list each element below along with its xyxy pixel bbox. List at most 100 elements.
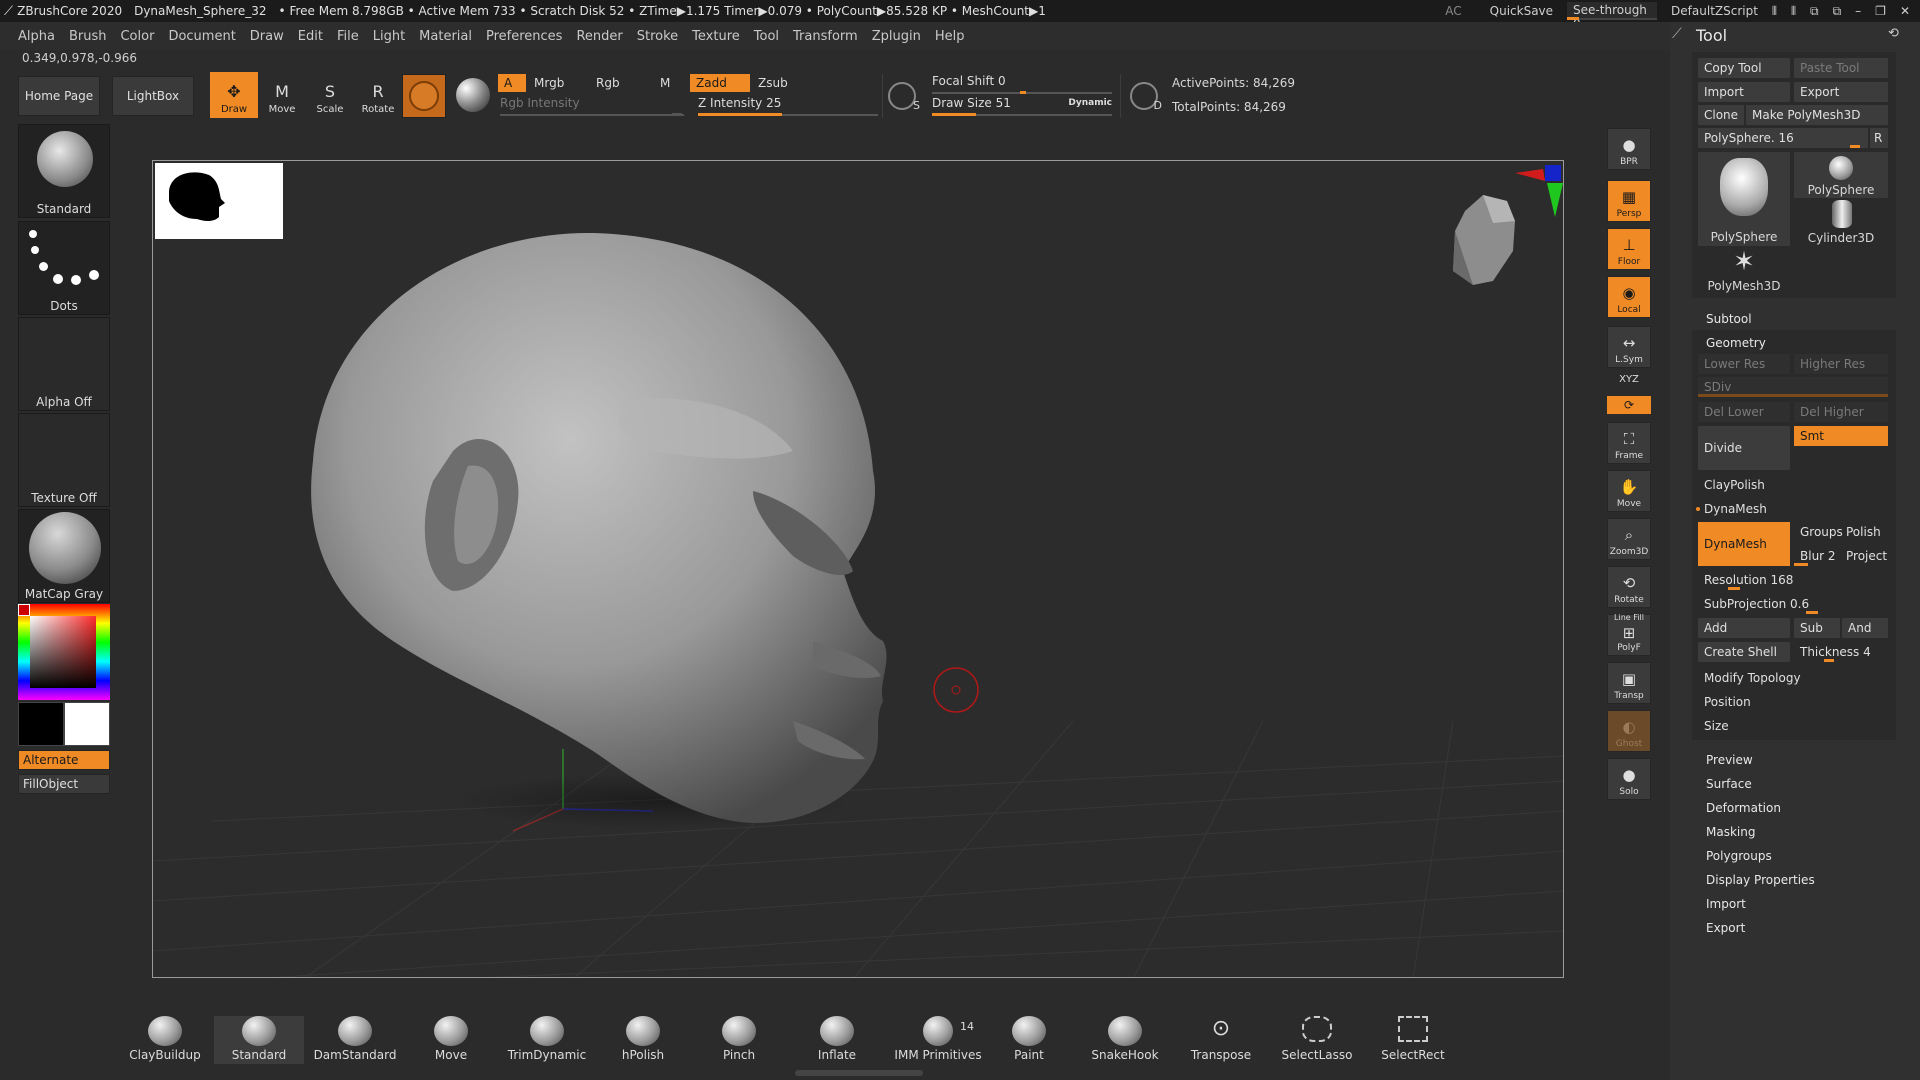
layout-alt-icon[interactable]: ⫴ [1791,4,1796,19]
ghost-button[interactable]: ◐ Ghost [1607,710,1651,752]
menu-zplugin[interactable]: Zplugin [872,29,921,44]
polysphere-slider[interactable]: PolySphere. 16 [1698,128,1868,148]
zsub-toggle[interactable]: Zsub [752,74,812,92]
rotate-view-button[interactable]: ⟲ Rotate [1607,566,1651,608]
polyf-button[interactable]: Line Fill ⊞ PolyF [1607,613,1651,656]
menu-render[interactable]: Render [576,29,622,44]
menu-document[interactable]: Document [168,29,235,44]
paste-tool-button[interactable]: Paste Tool [1794,58,1888,78]
floor-button[interactable]: ⊥ Floor [1607,228,1651,270]
focal-shift-slider[interactable]: Focal Shift 0 [932,74,1112,94]
see-through-slider[interactable]: See-through 0 [1567,2,1658,31]
m-toggle[interactable]: M [654,74,684,92]
stroke-thumbnail[interactable]: Dots [18,221,110,315]
solo-button[interactable]: ● Solo [1607,758,1651,800]
rotate-mode-button[interactable]: R Rotate [354,72,402,118]
tool-thumb-polysphere-main[interactable]: PolySphere [1698,152,1790,246]
tool-panel-reset-icon[interactable]: ⟲ [1888,26,1899,41]
texture-thumbnail[interactable]: Texture Off [18,413,110,507]
menu-material[interactable]: Material [419,29,472,44]
tool-panel-pin-icon[interactable]: ⟋ [1672,26,1682,42]
clone-button[interactable]: Clone [1698,105,1744,125]
sdiv-slider[interactable]: SDiv [1698,377,1888,397]
material-swatch-button[interactable] [402,74,446,118]
polygroups-section[interactable]: Polygroups [1706,849,1772,863]
move-mode-button[interactable]: M Move [258,72,306,118]
shelf-scroll-handle[interactable] [795,1070,923,1076]
brush-pinch[interactable]: Pinch [694,1016,784,1064]
geometry-section[interactable]: Geometry [1706,336,1766,350]
window-layout-alt-icon[interactable]: ⧉ [1833,4,1842,19]
focal-shift-dial-icon[interactable]: S [888,82,920,112]
and-button[interactable]: And [1842,618,1888,638]
brush-inflate[interactable]: Inflate [792,1016,882,1064]
menu-color[interactable]: Color [120,29,154,44]
xyz-button[interactable]: XYZ [1607,374,1651,392]
copy-tool-button[interactable]: Copy Tool [1698,58,1790,78]
menu-edit[interactable]: Edit [298,29,323,44]
blur-slider[interactable]: Blur 2 [1794,546,1840,566]
dynamic-toggle[interactable]: Dynamic [1068,98,1112,108]
quicksave-button[interactable]: QuickSave [1490,4,1553,18]
rotate-axis-button[interactable]: ⟳ [1607,396,1651,414]
transpose-tool[interactable]: ⊙ Transpose [1176,1016,1266,1064]
display-properties-section[interactable]: Display Properties [1706,873,1815,887]
frame-button[interactable]: ⛶ Frame [1607,422,1651,464]
menu-draw[interactable]: Draw [250,29,284,44]
persp-button[interactable]: ▦ Persp [1607,180,1651,222]
color-picker-sphere[interactable] [456,78,490,112]
menu-alpha[interactable]: Alpha [18,29,55,44]
divide-button[interactable]: Divide [1698,426,1790,470]
minimize-icon[interactable]: – [1855,4,1861,18]
select-rect-tool[interactable]: SelectRect [1368,1016,1458,1064]
menu-preferences[interactable]: Preferences [486,29,562,44]
deformation-section[interactable]: Deformation [1706,801,1781,815]
export-section[interactable]: Export [1706,921,1745,935]
menu-transform[interactable]: Transform [793,29,858,44]
masking-section[interactable]: Masking [1706,825,1755,839]
menu-light[interactable]: Light [373,29,405,44]
position-section[interactable]: Position [1698,692,1888,712]
move-view-button[interactable]: ✋ Move [1607,470,1651,512]
a-toggle[interactable]: A [498,74,526,92]
groups-toggle[interactable]: Groups [1794,522,1843,542]
draw-dial-icon[interactable]: D [1130,82,1162,112]
sub-button[interactable]: Sub [1794,618,1840,638]
del-lower-button[interactable]: Del Lower [1698,402,1790,422]
scale-mode-button[interactable]: S Scale [306,72,354,118]
local-button[interactable]: ◉ Local [1607,276,1651,318]
close-icon[interactable]: ✕ [1900,4,1910,18]
transp-button[interactable]: ▣ Transp [1607,662,1651,704]
menu-texture[interactable]: Texture [692,29,740,44]
main-color-swatch[interactable] [64,702,110,746]
dynamesh-section[interactable]: DynaMesh [1698,499,1888,519]
draw-size-slider[interactable]: Draw Size 51 Dynamic [932,96,1112,116]
alpha-thumbnail[interactable]: Alpha Off [18,317,110,411]
zadd-toggle[interactable]: Zadd [690,74,750,92]
zoom3d-button[interactable]: ⌕ Zoom3D [1607,518,1651,560]
create-shell-button[interactable]: Create Shell [1698,642,1790,662]
menu-stroke[interactable]: Stroke [637,29,678,44]
r-button[interactable]: R [1870,128,1888,148]
surface-section[interactable]: Surface [1706,777,1752,791]
lower-res-button[interactable]: Lower Res [1698,354,1790,374]
modify-topology-section[interactable]: Modify Topology [1698,668,1888,688]
dynamesh-button[interactable]: DynaMesh [1698,522,1790,566]
window-layout-icon[interactable]: ⧉ [1810,4,1819,19]
menu-file[interactable]: File [337,29,359,44]
tool-thumb-cylinder3d[interactable]: Cylinder3D [1794,200,1888,246]
draw-mode-button[interactable]: ✥ Draw [210,72,258,118]
restore-icon[interactable]: ❐ [1875,4,1886,18]
size-section[interactable]: Size [1698,716,1888,736]
higher-res-button[interactable]: Higher Res [1794,354,1888,374]
import-tool-button[interactable]: Import [1698,82,1790,102]
make-polymesh-button[interactable]: Make PolyMesh3D [1746,105,1888,125]
default-zscript-button[interactable]: DefaultZScript [1671,4,1758,18]
lsym-button[interactable]: ↔ L.Sym [1607,326,1651,368]
home-page-button[interactable]: Home Page [18,76,100,116]
color-picker[interactable] [18,604,110,700]
secondary-color-swatch[interactable] [18,702,64,746]
z-intensity-slider[interactable]: Z Intensity 25 [698,96,878,116]
preview-section[interactable]: Preview [1706,753,1753,767]
brush-hpolish[interactable]: hPolish [598,1016,688,1064]
